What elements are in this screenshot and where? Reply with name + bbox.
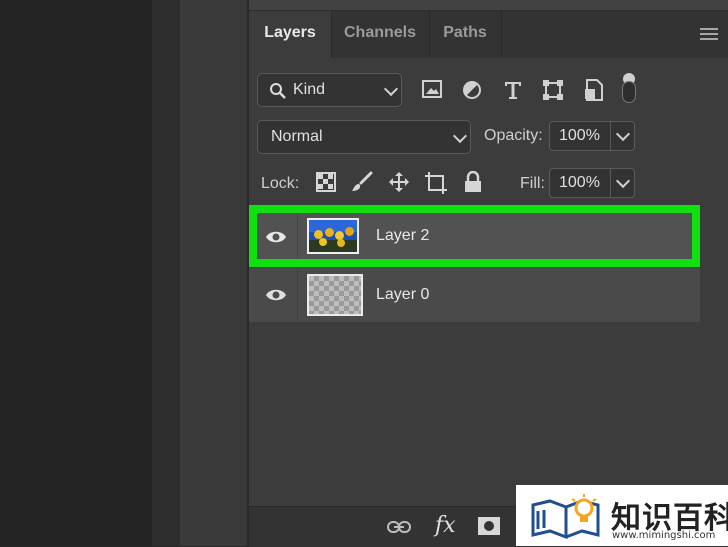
opacity-label: Opacity:	[484, 127, 543, 144]
layer-0-name: Layer 0	[376, 286, 430, 303]
panel-menu-icon[interactable]	[700, 28, 718, 40]
lock-brush-icon[interactable]	[351, 171, 373, 193]
eye-icon[interactable]	[265, 230, 287, 244]
blend-mode-value: Normal	[271, 128, 323, 145]
image-filter-icon[interactable]	[422, 80, 442, 98]
lock-label: Lock:	[261, 175, 300, 192]
watermark-logo: 知识百科 www.mimingshi.com	[516, 485, 728, 546]
tab-paths[interactable]: Paths	[429, 11, 502, 58]
type-filter-icon[interactable]	[503, 80, 523, 100]
kind-label: Kind	[293, 81, 326, 98]
lock-position-icon[interactable]	[388, 171, 410, 193]
layer-2-name: Layer 2	[376, 227, 430, 244]
layer-row-layer-0[interactable]: Layer 0	[249, 268, 700, 322]
chevron-down-icon	[452, 128, 468, 144]
panel-dock	[180, 0, 248, 546]
opacity-field[interactable]: 100%	[549, 121, 635, 151]
fill-value: 100%	[559, 174, 600, 191]
watermark-url: www.mimingshi.com	[612, 530, 716, 541]
smart-object-filter-icon[interactable]	[584, 79, 604, 101]
filter-toggle-icon[interactable]	[622, 73, 636, 103]
fill-field[interactable]: 100%	[549, 168, 635, 198]
fx-icon[interactable]: fx	[435, 513, 456, 538]
layer-0-thumbnail	[307, 274, 363, 316]
tab-layers[interactable]: Layers	[249, 11, 332, 58]
layer-row-layer-2[interactable]: Layer 2	[249, 205, 700, 267]
lock-artboard-icon[interactable]	[424, 171, 448, 195]
panel-header-strip	[249, 0, 728, 11]
shape-filter-icon[interactable]	[542, 79, 564, 101]
kind-filter-select[interactable]: Kind	[257, 73, 402, 107]
chevron-down-icon	[383, 81, 399, 97]
lock-all-icon[interactable]	[464, 171, 482, 193]
document-canvas	[0, 0, 152, 546]
chevron-down-icon[interactable]	[615, 126, 631, 142]
adjustment-filter-icon[interactable]	[462, 80, 482, 100]
opacity-value: 100%	[559, 127, 600, 144]
lock-transparent-icon[interactable]	[316, 172, 336, 192]
link-icon[interactable]	[387, 520, 411, 534]
layer-2-thumbnail	[307, 218, 359, 254]
eye-icon[interactable]	[265, 288, 287, 302]
book-bulb-logo-icon	[531, 494, 600, 540]
fill-label: Fill:	[520, 175, 545, 192]
tab-channels[interactable]: Channels	[331, 11, 430, 58]
blend-mode-select[interactable]: Normal	[257, 120, 471, 154]
chevron-down-icon[interactable]	[615, 173, 631, 189]
canvas-gutter	[152, 0, 180, 546]
layers-panel: Layers Channels Paths Kind Normal Opacit…	[249, 0, 728, 547]
search-icon	[270, 83, 286, 99]
panel-tabs: Layers Channels Paths	[249, 11, 728, 58]
mask-icon[interactable]	[478, 517, 500, 535]
